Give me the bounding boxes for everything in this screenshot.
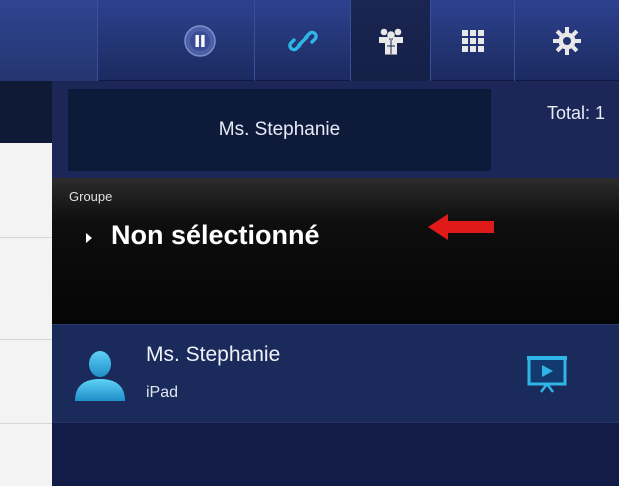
- panel-empty-area: [52, 422, 619, 486]
- background-header: [0, 81, 52, 143]
- red-arrow-annotation: [428, 214, 494, 240]
- group-value[interactable]: Non sélectionné: [111, 220, 320, 251]
- toolbar-left-area: [0, 0, 98, 81]
- gear-icon: [553, 26, 581, 55]
- settings-button[interactable]: [514, 0, 619, 81]
- link-button[interactable]: [254, 0, 350, 81]
- user-avatar-icon: [75, 351, 125, 401]
- divider: [0, 237, 52, 238]
- student-row[interactable]: Ms. Stephanie iPad: [52, 324, 619, 422]
- pause-icon: [184, 24, 216, 57]
- grid-icon: [461, 29, 484, 52]
- divider: [0, 339, 52, 340]
- students-panel: Ms. Stephanie Total: 1 Groupe Non sélect…: [52, 81, 619, 486]
- teacher-name: Ms. Stephanie: [218, 119, 341, 140]
- group-label: Groupe: [69, 189, 113, 204]
- students-button[interactable]: [350, 0, 430, 81]
- group-icon: [378, 28, 403, 54]
- screen-view-icon[interactable]: [526, 354, 568, 394]
- link-icon: [287, 30, 318, 51]
- student-name: Ms. Stephanie: [146, 343, 281, 366]
- background-list: [0, 81, 52, 486]
- apps-button[interactable]: [430, 0, 514, 81]
- pause-button[interactable]: [146, 0, 254, 81]
- disclosure-arrow-icon[interactable]: [86, 233, 92, 243]
- top-toolbar: [0, 0, 619, 81]
- total-count: Total: 1: [546, 103, 605, 123]
- group-selector[interactable]: Groupe Non sélectionné: [52, 178, 619, 324]
- divider: [0, 423, 52, 424]
- panel-header: Ms. Stephanie Total: 1: [52, 81, 619, 178]
- teacher-name-box: Ms. Stephanie: [68, 89, 491, 171]
- student-device: iPad: [146, 384, 179, 401]
